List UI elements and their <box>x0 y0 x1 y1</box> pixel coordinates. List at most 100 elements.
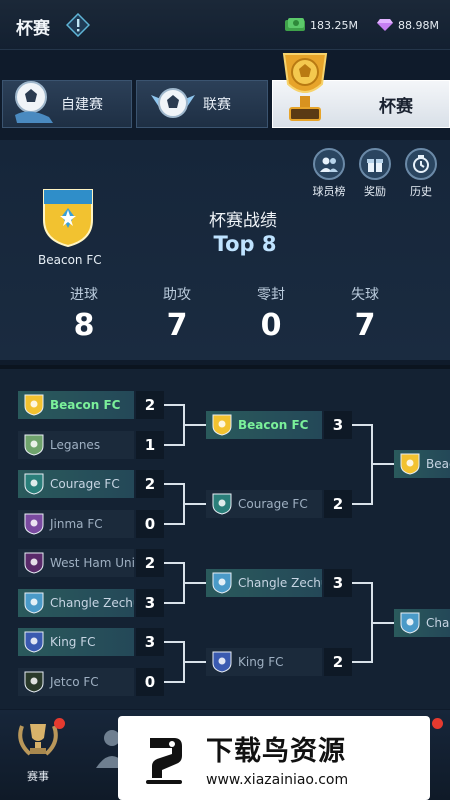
tab-custom-match-label: 自建赛 <box>61 97 103 113</box>
bracket-team-name: Beacon FC <box>238 418 309 432</box>
bracket-team: Courage FC <box>18 470 134 498</box>
stat-goals-label: 进球 <box>70 287 98 303</box>
bracket-slot[interactable]: Changl <box>394 609 450 637</box>
bracket-score: 3 <box>136 628 164 656</box>
history-button[interactable]: 历史 <box>401 148 441 199</box>
bracket-team-name: Courage FC <box>50 477 120 491</box>
cash-icon <box>285 18 305 31</box>
history-label: 历史 <box>410 185 432 198</box>
tab-cup-label: 杯赛 <box>379 96 413 117</box>
bracket-score: 2 <box>324 490 352 518</box>
bracket-slot[interactable]: Leganes 1 <box>18 431 164 459</box>
players-ranking-button[interactable]: 球员榜 <box>309 148 349 199</box>
gem-counter: 88.98M <box>376 18 439 32</box>
players-ranking-label: 球员榜 <box>312 185 346 198</box>
stat-goals-conceded-value: 7 <box>354 308 376 343</box>
bracket-team: West Ham United <box>18 549 134 577</box>
bracket-slot[interactable]: King FC 2 <box>206 648 352 676</box>
bracket-team-name: Jetco FC <box>50 675 99 689</box>
ball-hand-icon <box>15 81 53 123</box>
bracket-team-name: West Ham United <box>50 556 134 570</box>
team-crest-icon <box>24 671 44 693</box>
stat-assists-value: 7 <box>166 308 188 343</box>
stat-assists: 助攻 7 <box>142 284 212 343</box>
team-crest-icon <box>24 473 44 495</box>
bracket-slot[interactable]: Jetco FC 0 <box>18 668 164 696</box>
bracket-team-name: King FC <box>50 635 96 649</box>
bracket-team-name: Beacon FC <box>50 398 121 412</box>
team-crest-icon <box>24 513 44 535</box>
bracket-team: King FC <box>18 628 134 656</box>
bracket-team-name: Changle Zechuan FC <box>238 576 322 590</box>
bracket-slot[interactable]: Beaco <box>394 450 450 478</box>
tab-custom-match[interactable]: 自建赛 <box>2 80 132 128</box>
bracket-slot[interactable]: Changle Zechuan FC3 <box>206 569 352 597</box>
bracket-team-name: Courage FC <box>238 497 308 511</box>
team-crest-icon <box>400 453 420 475</box>
bracket-score: 3 <box>136 589 164 617</box>
notification-dot-right <box>432 718 443 729</box>
stat-clean-sheets: 零封 0 <box>236 284 306 343</box>
bracket-team: Jinma FC <box>18 510 134 538</box>
diamond-icon <box>377 19 393 31</box>
ball-wings-icon <box>151 88 195 118</box>
watermark-url: www.xiazainiao.com <box>206 771 349 788</box>
team-crest-icon <box>212 493 232 515</box>
bracket-slot[interactable]: King FC 3 <box>18 628 164 656</box>
mode-tabs: 自建赛 联赛 杯赛 <box>0 70 450 130</box>
stat-goals-value: 8 <box>73 308 95 343</box>
bracket-slot[interactable]: Beacon FC 2 <box>18 391 164 419</box>
bracket-team-name: Changl <box>426 616 450 630</box>
bracket-score: 2 <box>136 470 164 498</box>
nav-tournament-label: 赛事 <box>27 770 49 783</box>
nav-tournament[interactable]: 赛事 <box>8 716 68 796</box>
page-title: 杯赛 <box>16 19 50 39</box>
bracket-slot[interactable]: Courage FC 2 <box>206 490 352 518</box>
team-crest-icon <box>212 572 232 594</box>
team-crest-icon <box>24 552 44 574</box>
tab-league[interactable]: 联赛 <box>136 80 268 128</box>
bracket-slot[interactable]: Changle Zechuan FC3 <box>18 589 164 617</box>
bracket-team: Changl <box>394 609 450 637</box>
team-crest-icon <box>212 651 232 673</box>
bracket-slot[interactable]: Courage FC 2 <box>18 470 164 498</box>
bracket-score: 3 <box>324 569 352 597</box>
watermark-title: 下载鸟资源 <box>206 735 346 767</box>
bracket-score: 0 <box>136 668 164 696</box>
watermark-banner: 下载鸟资源 www.xiazainiao.com <box>118 716 430 800</box>
stat-goals-conceded: 失球 7 <box>330 284 400 343</box>
cup-record-panel: 球员榜 奖励 历史 Beacon FC 杯赛战绩 Top 8 进球 8 助攻 7… <box>0 140 450 360</box>
bracket-team: Jetco FC <box>18 668 134 696</box>
bracket-slot[interactable]: West Ham United2 <box>18 549 164 577</box>
bracket-team-name: Jinma FC <box>50 517 103 531</box>
cup-bracket[interactable]: Beacon FC 2 Leganes 1 Courage FC 2 Jinma FC 0 We… <box>0 369 450 709</box>
stat-goals: 进球 8 <box>49 284 119 343</box>
bracket-team: Beacon FC <box>206 411 322 439</box>
bracket-team: Leganes <box>18 431 134 459</box>
bird-logo-icon <box>134 728 194 788</box>
bracket-score: 2 <box>324 648 352 676</box>
notification-dot <box>54 718 65 729</box>
team-crest-icon <box>24 592 44 614</box>
bracket-score: 1 <box>136 431 164 459</box>
bracket-team: Beaco <box>394 450 450 478</box>
bracket-score: 0 <box>136 510 164 538</box>
tab-league-label: 联赛 <box>203 97 231 113</box>
bracket-slot[interactable]: Jinma FC 0 <box>18 510 164 538</box>
bracket-slot[interactable]: Beacon FC 3 <box>206 411 352 439</box>
team-crest-icon <box>212 414 232 436</box>
bracket-team-name: Leganes <box>50 438 101 452</box>
rewards-button[interactable]: 奖励 <box>355 148 395 199</box>
stat-goals-conceded-label: 失球 <box>351 287 379 303</box>
info-icon[interactable] <box>66 13 90 37</box>
stat-clean-sheets-value: 0 <box>260 308 282 343</box>
team-crest-icon <box>24 631 44 653</box>
cup-rank: Top 8 <box>213 232 277 256</box>
bracket-score: 2 <box>136 391 164 419</box>
rewards-label: 奖励 <box>364 185 386 198</box>
money-value: 183.25M <box>310 18 358 32</box>
cup-record-title: 杯赛战绩 <box>209 211 277 231</box>
bracket-team: Beacon FC <box>18 391 134 419</box>
gift-icon <box>367 159 383 172</box>
team-crest-icon <box>24 434 44 456</box>
